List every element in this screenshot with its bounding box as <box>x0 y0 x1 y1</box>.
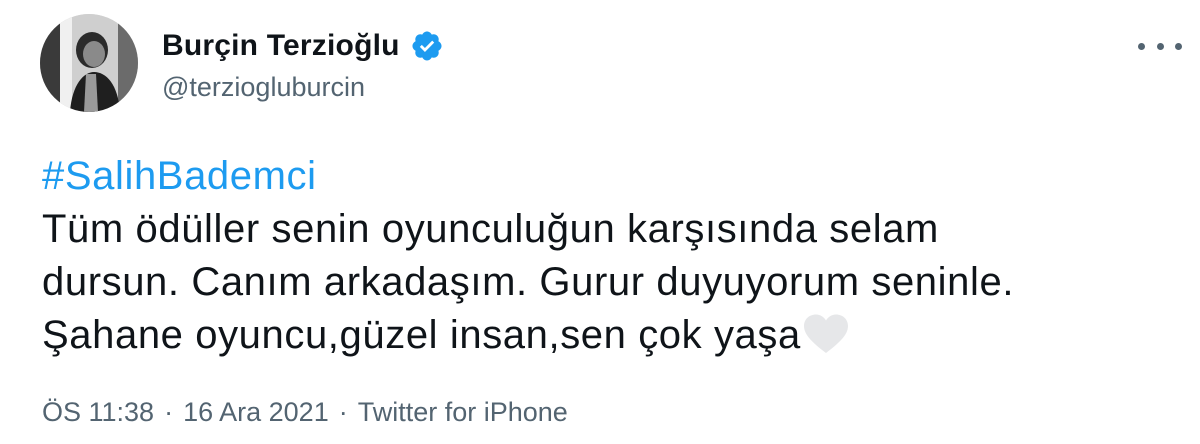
avatar[interactable] <box>40 14 138 112</box>
tweet-time[interactable]: ÖS 11:38 <box>42 397 154 428</box>
author-display-name[interactable]: Burçin Terzioğlu <box>162 29 400 63</box>
tweet-text-line-1: Tüm ödüller senin oyunculuğun karşısında… <box>42 207 939 251</box>
tweet-metadata: ÖS 11:38 · 16 Ara 2021 · Twitter for iPh… <box>42 397 568 428</box>
white-heart-icon <box>803 314 848 353</box>
tweet-text: #SalihBademci Tüm ödüller senin oyunculu… <box>42 150 1162 362</box>
tweet-text-line-2: dursun. Canım arkadaşım. Gurur duyuyorum… <box>42 260 1015 304</box>
separator-dot: · <box>164 397 174 427</box>
hashtag-link[interactable]: #SalihBademci <box>42 150 1162 203</box>
tweet-date[interactable]: 16 Ara 2021 <box>183 397 329 428</box>
tweet-card: Burçin Terzioğlu @terziogluburcin #Salih… <box>0 0 1200 444</box>
separator-dot: · <box>338 397 348 427</box>
avatar-photo <box>40 14 138 112</box>
tweet-text-line-3-text: Şahane oyuncu,güzel insan,sen çok yaşa <box>42 313 801 357</box>
verified-badge-icon <box>412 31 442 61</box>
author-handle[interactable]: @terziogluburcin <box>162 72 365 103</box>
author-name-row: Burçin Terzioğlu <box>162 26 444 66</box>
tweet-source[interactable]: Twitter for iPhone <box>358 397 568 428</box>
tweet-text-line-3: Şahane oyuncu,güzel insan,sen çok yaşa <box>42 309 1162 362</box>
more-options-icon[interactable] <box>1138 32 1182 60</box>
